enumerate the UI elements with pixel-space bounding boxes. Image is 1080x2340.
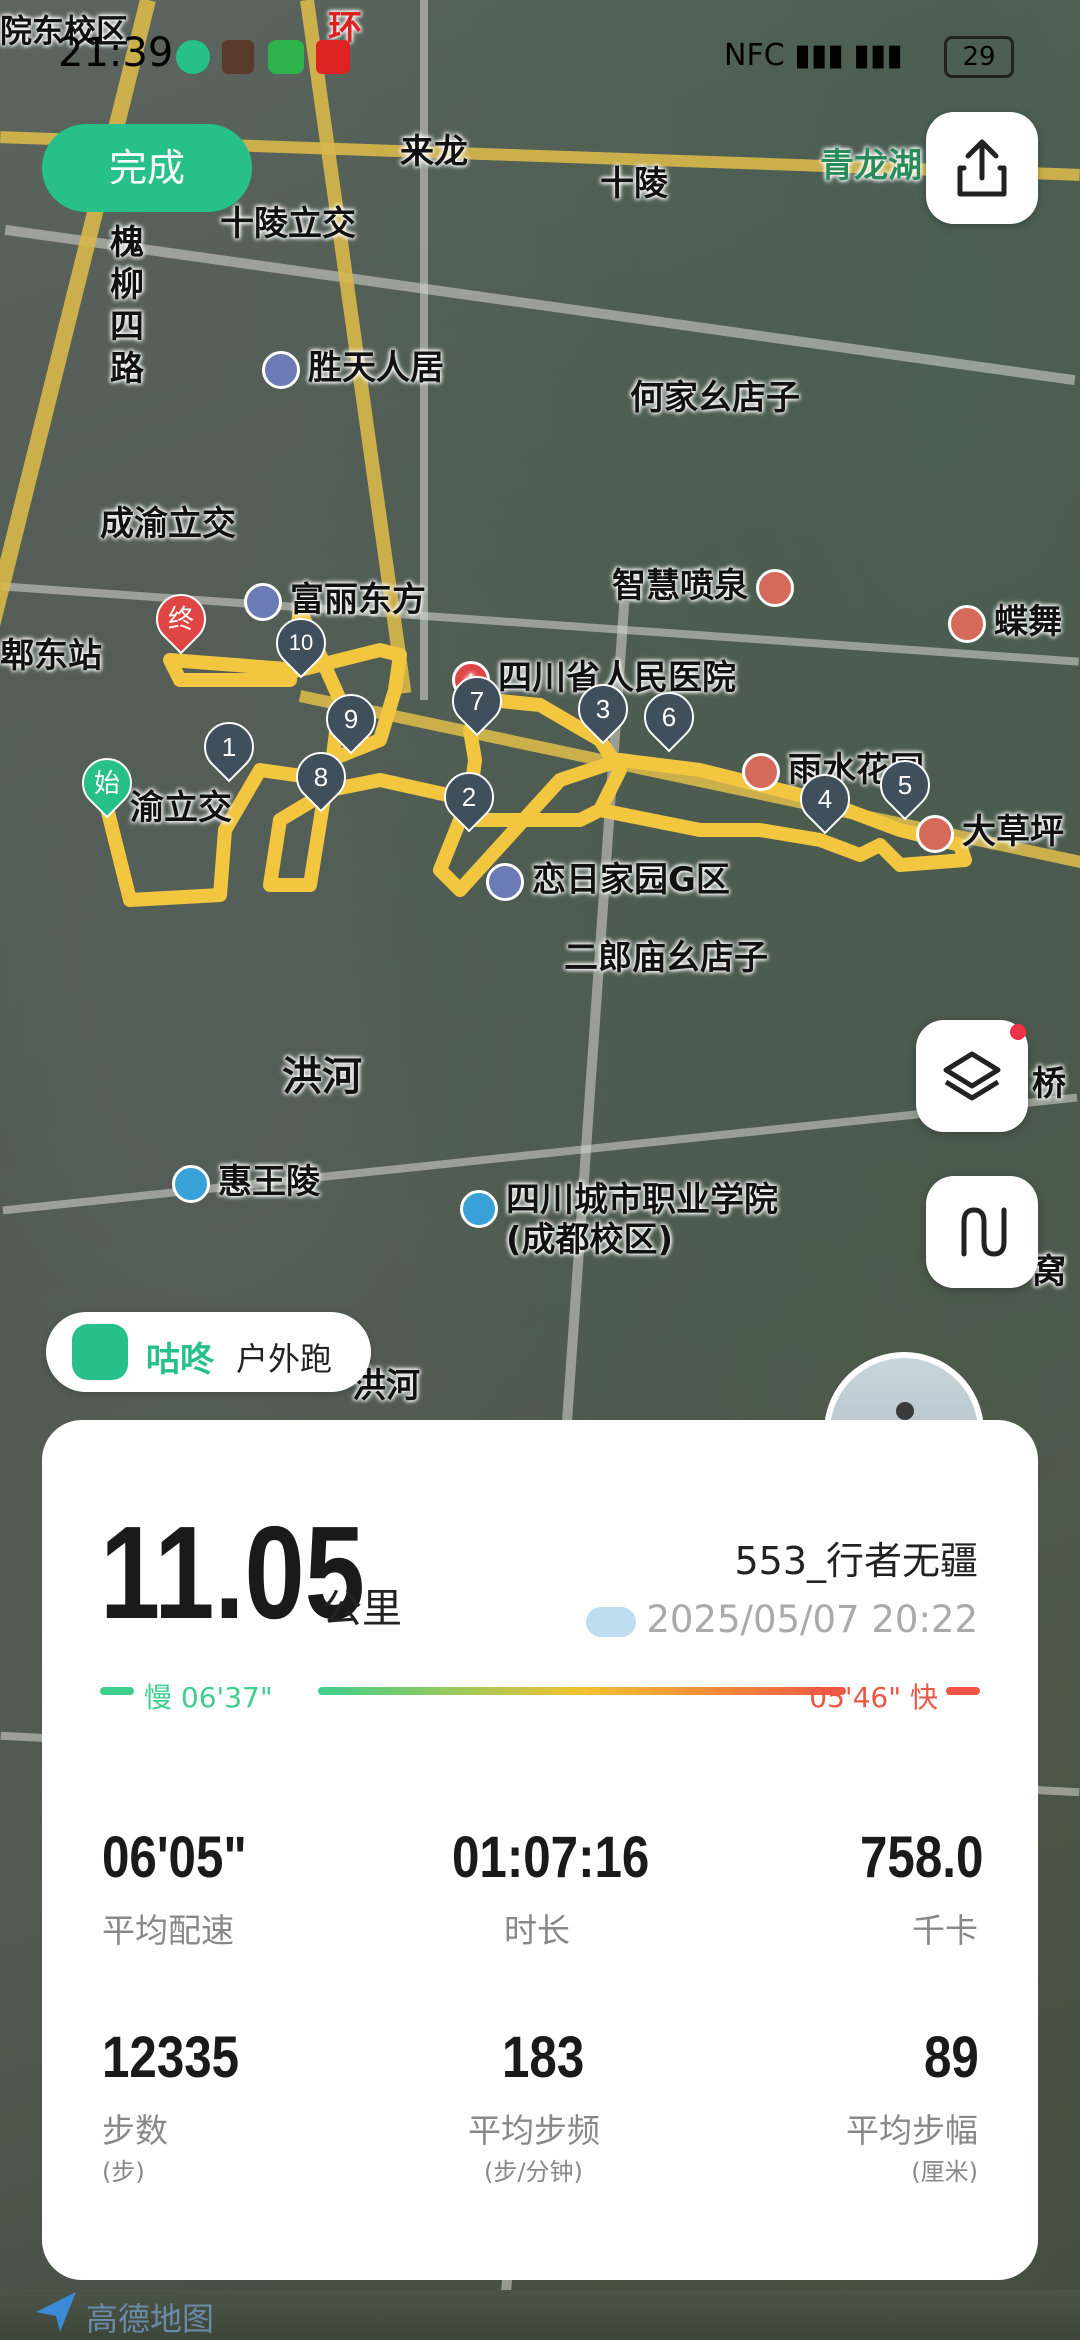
signal-icon: NFC ▮▮▮ ▮▮▮ bbox=[724, 38, 903, 73]
school-icon bbox=[460, 1190, 498, 1228]
map-label-shengtian: 胜天人居 bbox=[262, 340, 444, 389]
brand-name: 咕咚 bbox=[146, 1340, 214, 1380]
distance-unit: 公里 bbox=[322, 1586, 402, 1632]
pace-fast-dot bbox=[946, 1687, 980, 1695]
stat-unit: (厘米) bbox=[911, 2158, 978, 2186]
pace-gradient bbox=[318, 1687, 846, 1695]
poi-icon bbox=[756, 568, 794, 607]
map-label-honghe: 洪河 bbox=[282, 1054, 362, 1100]
poi-icon bbox=[486, 862, 524, 901]
route-start-marker[interactable]: 始 bbox=[71, 747, 143, 819]
map-provider-label: 高德地图 bbox=[86, 2300, 215, 2338]
notification-icon bbox=[316, 40, 350, 74]
stat-label: 平均步幅 bbox=[846, 2111, 978, 2150]
brand-mode: 户外跑 bbox=[236, 1340, 333, 1378]
map-attribution-bar: 高德地图 bbox=[0, 2290, 1080, 2340]
poi-icon bbox=[262, 350, 300, 389]
summary-card: 11.05 公里 553_行者无疆 2025/05/07 20:22 慢 06'… bbox=[42, 1420, 1038, 2280]
username: 553_行者无疆 bbox=[734, 1539, 978, 1583]
map-label-qinglong: 青龙湖 bbox=[820, 146, 922, 186]
km-marker-10[interactable]: 10 bbox=[265, 607, 337, 679]
map-label-fuli: 富丽东方 bbox=[244, 572, 426, 621]
status-bar: 21:39 NFC ▮▮▮ ▮▮▮ 29 bbox=[0, 20, 1080, 90]
pace-slow-label: 慢 06'37" bbox=[144, 1681, 273, 1714]
stat-value: 01:07:16 bbox=[452, 1825, 650, 1890]
wechat-icon bbox=[268, 40, 304, 74]
pace-slow-dot bbox=[100, 1687, 134, 1695]
poi-icon bbox=[742, 752, 780, 791]
map-layers-button[interactable] bbox=[916, 1020, 1028, 1132]
km-marker-3[interactable]: 3 bbox=[567, 673, 639, 745]
stat-label: 平均配速 bbox=[102, 1911, 234, 1950]
route-icon bbox=[961, 1207, 1007, 1257]
route-mode-button[interactable] bbox=[926, 1176, 1038, 1288]
poi-icon bbox=[948, 604, 986, 643]
shield-icon bbox=[222, 40, 254, 74]
layers-alert-dot bbox=[1010, 1024, 1026, 1040]
stat-value: 12335 bbox=[102, 2025, 240, 2090]
stat-label: 平均步频 bbox=[468, 2111, 600, 2150]
route-end-marker[interactable]: 终 bbox=[145, 583, 217, 655]
map-label-yu-interchange: 渝立交 bbox=[130, 788, 232, 828]
stat-unit: (步) bbox=[102, 2158, 145, 2186]
map-label-chengyu: 成渝立交 bbox=[100, 504, 236, 544]
app-notification-icon bbox=[176, 40, 210, 74]
status-time: 21:39 bbox=[58, 30, 174, 76]
map-label-erlang: 二郎庙幺店子 bbox=[564, 938, 768, 978]
pace-fast-label: 05'46" 快 bbox=[809, 1681, 938, 1714]
done-button[interactable]: 完成 bbox=[42, 124, 252, 212]
stat-value: 183 bbox=[502, 2025, 585, 2090]
km-marker-2[interactable]: 2 bbox=[433, 761, 505, 833]
km-marker-8[interactable]: 8 bbox=[285, 741, 357, 813]
poi-icon bbox=[244, 582, 282, 621]
amap-logo-icon bbox=[36, 2292, 76, 2332]
km-marker-4[interactable]: 4 bbox=[789, 763, 861, 835]
brand-chip: 咕咚 户外跑 bbox=[46, 1312, 371, 1392]
km-marker-7[interactable]: 7 bbox=[441, 665, 513, 737]
battery-indicator: 29 bbox=[944, 36, 1014, 78]
map-label-laolong: 来龙 bbox=[400, 132, 468, 172]
map-label-qiao: 桥 bbox=[1032, 1064, 1066, 1104]
map-label-hejia: 何家幺店子 bbox=[630, 378, 800, 418]
poi-icon bbox=[172, 1164, 210, 1203]
km-marker-6[interactable]: 6 bbox=[633, 681, 705, 753]
map-label-dieguan: 蝶舞 bbox=[948, 594, 1062, 643]
map-label-dongzhan: 郫东站 bbox=[0, 636, 102, 676]
map-label-dacaoping: 大草坪 bbox=[916, 804, 1064, 853]
map-label-zhihui: 智慧喷泉 bbox=[612, 558, 802, 607]
stat-label: 步数 bbox=[102, 2111, 168, 2150]
stat-value: 758.0 bbox=[860, 1825, 984, 1890]
poi-icon bbox=[916, 814, 954, 853]
map-label-huailiu: 槐柳四路 bbox=[110, 223, 144, 389]
workout-datetime: 2025/05/07 20:22 bbox=[586, 1598, 978, 1641]
codoon-logo-icon bbox=[72, 1324, 128, 1380]
km-marker-5[interactable]: 5 bbox=[869, 749, 941, 821]
stat-unit: (步/分钟) bbox=[484, 2158, 583, 2186]
km-marker-9[interactable]: 9 bbox=[315, 683, 387, 755]
share-button[interactable] bbox=[926, 112, 1038, 224]
map-label-huiwangling: 惠王陵 bbox=[172, 1154, 320, 1203]
weather-cloud-icon bbox=[586, 1606, 637, 1637]
stat-value: 89 bbox=[924, 2025, 979, 2090]
km-marker-1[interactable]: 1 bbox=[193, 711, 265, 783]
map-label-shiling: 十陵 bbox=[600, 164, 668, 204]
map-label-shiling-interchange: 十陵立交 bbox=[220, 204, 356, 244]
map-label-vocational: 四川城市职业学院(成都校区) bbox=[460, 1180, 780, 1260]
share-icon bbox=[957, 139, 1007, 197]
stat-label: 千卡 bbox=[912, 1911, 978, 1950]
stat-value: 06'05" bbox=[102, 1825, 247, 1890]
pace-range-bar: 慢 06'37" 05'46" 快 bbox=[100, 1676, 980, 1714]
stat-label: 时长 bbox=[504, 1911, 570, 1950]
map-label-lianri: 恋日家园G区 bbox=[486, 852, 730, 901]
